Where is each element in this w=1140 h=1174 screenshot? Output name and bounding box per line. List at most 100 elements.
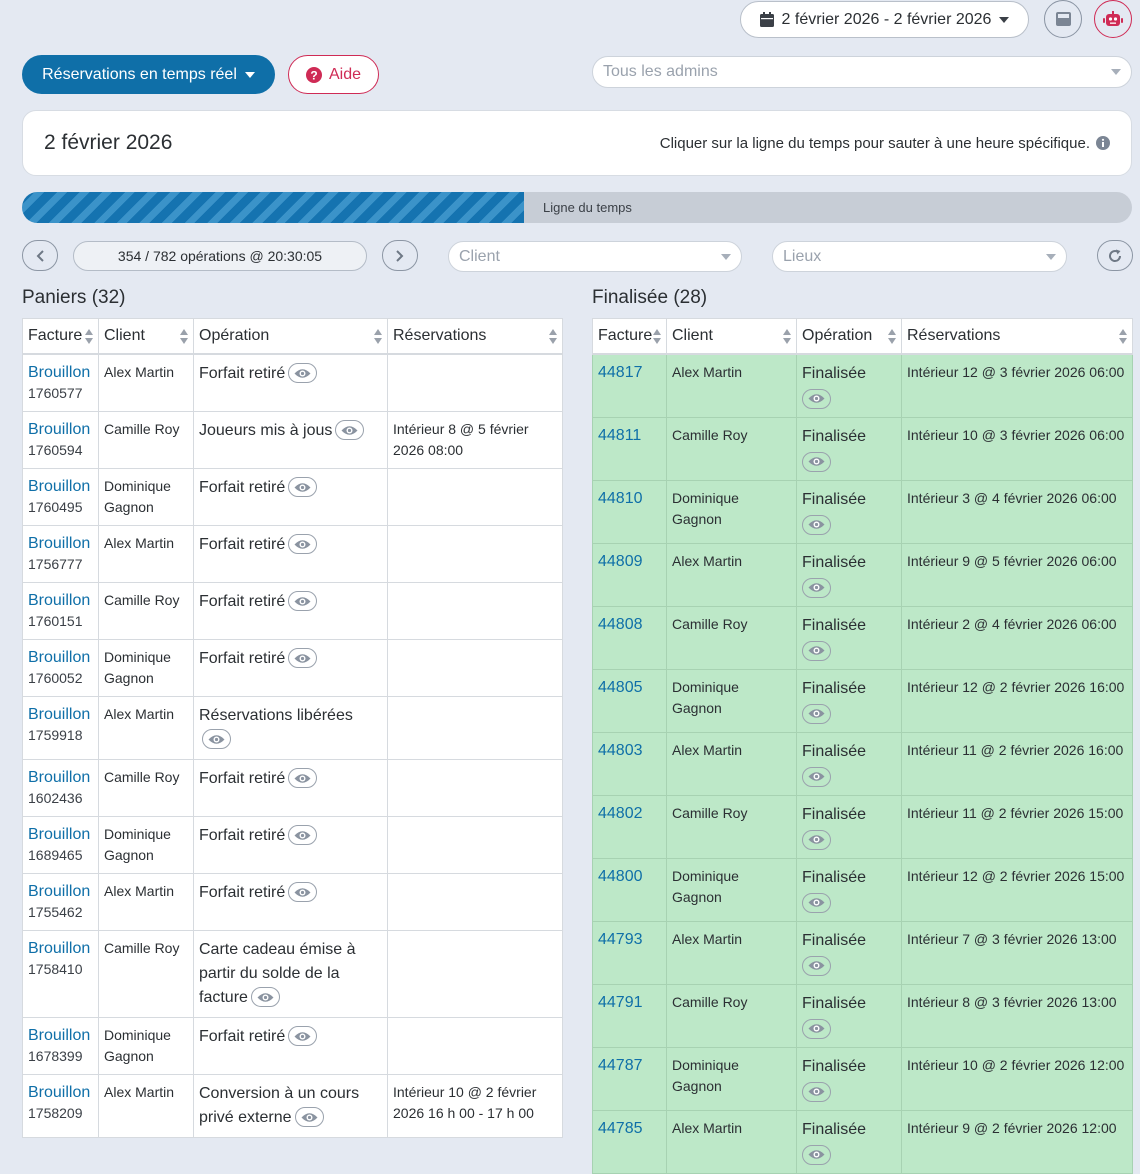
table-row[interactable]: Brouillon 1758410 Camille Roy Carte cadeau … bbox=[22, 929, 563, 1018]
column-header-client[interactable]: Client bbox=[666, 318, 797, 355]
previous-operation-button[interactable] bbox=[22, 240, 58, 271]
table-row[interactable]: 44793 Alex Martin Finalisée Intérieur 7 @ 3… bbox=[592, 920, 1133, 985]
column-header-facture[interactable]: Facture bbox=[22, 318, 99, 355]
eye-icon[interactable] bbox=[802, 955, 831, 976]
refresh-button[interactable] bbox=[1097, 240, 1133, 271]
eye-icon[interactable] bbox=[802, 640, 831, 661]
invoice-link[interactable]: 44803 bbox=[598, 740, 661, 761]
eye-icon[interactable] bbox=[802, 577, 831, 598]
table-row[interactable]: Brouillon 1678399 Dominique Gagnon Forfait … bbox=[22, 1016, 563, 1075]
table-row[interactable]: Brouillon 1760577 Alex Martin Forfait retir… bbox=[22, 353, 563, 412]
table-row[interactable]: Brouillon 1760495 Dominique Gagnon Forfait … bbox=[22, 467, 563, 526]
table-row[interactable]: 44808 Camille Roy Finalisée Intérieur 2 @ 4… bbox=[592, 605, 1133, 670]
table-row[interactable]: 44791 Camille Roy Finalisée Intérieur 8 @ 3… bbox=[592, 983, 1133, 1048]
invoice-link[interactable]: Brouillon bbox=[28, 938, 93, 959]
invoice-link[interactable]: 44800 bbox=[598, 866, 661, 887]
invoice-link[interactable]: Brouillon bbox=[28, 1025, 93, 1046]
invoice-link[interactable]: 44810 bbox=[598, 488, 661, 509]
column-header-operation[interactable]: Opération bbox=[193, 318, 388, 355]
eye-icon[interactable] bbox=[802, 388, 831, 409]
invoice-link[interactable]: 44805 bbox=[598, 677, 661, 698]
invoice-link[interactable]: 44793 bbox=[598, 929, 661, 950]
invoice-link[interactable]: Brouillon bbox=[28, 767, 93, 788]
table-row[interactable]: 44787 Dominique Gagnon Finalisée Intérieur … bbox=[592, 1046, 1133, 1111]
invoice-link[interactable]: 44809 bbox=[598, 551, 661, 572]
invoice-link[interactable]: Brouillon bbox=[28, 362, 93, 383]
invoice-link[interactable]: Brouillon bbox=[28, 881, 93, 902]
table-row[interactable]: Brouillon 1760151 Camille Roy Forfait retir… bbox=[22, 581, 563, 640]
eye-icon[interactable] bbox=[288, 534, 318, 555]
realtime-reservations-dropdown[interactable]: Réservations en temps réel bbox=[22, 55, 275, 94]
invoice-number: 1760052 bbox=[28, 669, 83, 686]
column-header-reservations[interactable]: Réservations bbox=[901, 318, 1133, 355]
eye-icon[interactable] bbox=[294, 1107, 324, 1128]
eye-icon[interactable] bbox=[288, 591, 318, 612]
invoice-link[interactable]: 44811 bbox=[598, 425, 661, 446]
eye-icon[interactable] bbox=[802, 703, 831, 724]
column-header-operation[interactable]: Opération bbox=[796, 318, 902, 355]
eye-icon[interactable] bbox=[202, 729, 231, 750]
invoice-link[interactable]: Brouillon bbox=[28, 1082, 93, 1103]
eye-icon[interactable] bbox=[288, 825, 318, 846]
invoice-link[interactable]: 44808 bbox=[598, 614, 661, 635]
eye-icon[interactable] bbox=[802, 451, 831, 472]
invoice-link[interactable]: 44817 bbox=[598, 362, 661, 383]
table-row[interactable]: Brouillon 1760594 Camille Roy Joueurs mis à… bbox=[22, 410, 563, 469]
client-select[interactable]: Client bbox=[448, 241, 742, 272]
eye-icon[interactable] bbox=[802, 766, 831, 787]
lieux-select[interactable]: Lieux bbox=[772, 241, 1067, 272]
invoice-link[interactable]: Brouillon bbox=[28, 824, 93, 845]
table-row[interactable]: 44811 Camille Roy Finalisée Intérieur 10 @ … bbox=[592, 416, 1133, 481]
invoice-link[interactable]: Brouillon bbox=[28, 704, 93, 725]
table-row[interactable]: Brouillon 1755462 Alex Martin Forfait retir… bbox=[22, 872, 563, 931]
eye-icon[interactable] bbox=[288, 1026, 318, 1047]
table-row[interactable]: 44803 Alex Martin Finalisée Intérieur 11 @ … bbox=[592, 731, 1133, 796]
table-row[interactable]: 44800 Dominique Gagnon Finalisée Intérieur … bbox=[592, 857, 1133, 922]
invoice-link[interactable]: 44787 bbox=[598, 1055, 661, 1076]
table-row[interactable]: Brouillon 1759918 Alex Martin Réservations … bbox=[22, 695, 563, 760]
table-row[interactable]: 44805 Dominique Gagnon Finalisée Intérieur … bbox=[592, 668, 1133, 733]
table-row[interactable]: Brouillon 1760052 Dominique Gagnon Forfait … bbox=[22, 638, 563, 697]
eye-icon[interactable] bbox=[802, 514, 831, 535]
eye-icon[interactable] bbox=[802, 1144, 831, 1165]
invoice-link[interactable]: 44802 bbox=[598, 803, 661, 824]
eye-icon[interactable] bbox=[802, 1018, 831, 1039]
table-row[interactable]: 44809 Alex Martin Finalisée Intérieur 9 @ 5… bbox=[592, 542, 1133, 607]
invoice-link[interactable]: Brouillon bbox=[28, 476, 93, 497]
eye-icon[interactable] bbox=[288, 648, 318, 669]
table-row[interactable]: 44785 Alex Martin Finalisée Intérieur 9 @ 2… bbox=[592, 1109, 1133, 1174]
window-toggle-button[interactable] bbox=[1044, 0, 1082, 38]
table-row[interactable]: Brouillon 1758209 Alex Martin Conversion à … bbox=[22, 1073, 563, 1138]
eye-icon[interactable] bbox=[802, 892, 831, 913]
help-button[interactable]: ? Aide bbox=[288, 55, 379, 94]
invoice-link[interactable]: 44791 bbox=[598, 992, 661, 1013]
eye-icon[interactable] bbox=[802, 1081, 831, 1102]
eye-icon[interactable] bbox=[288, 477, 318, 498]
invoice-link[interactable]: Brouillon bbox=[28, 533, 93, 554]
admins-select[interactable]: Tous les admins bbox=[592, 56, 1132, 88]
column-header-reservations[interactable]: Réservations bbox=[387, 318, 563, 355]
bot-button[interactable] bbox=[1094, 0, 1132, 38]
column-header-facture[interactable]: Facture bbox=[592, 318, 667, 355]
table-row[interactable]: 44817 Alex Martin Finalisée Intérieur 12 @ … bbox=[592, 353, 1133, 418]
column-header-client[interactable]: Client bbox=[98, 318, 194, 355]
eye-icon[interactable] bbox=[288, 768, 318, 789]
invoice-link[interactable]: Brouillon bbox=[28, 590, 93, 611]
table-row[interactable]: 44802 Camille Roy Finalisée Intérieur 11 @ … bbox=[592, 794, 1133, 859]
eye-icon[interactable] bbox=[335, 420, 365, 441]
invoice-link[interactable]: Brouillon bbox=[28, 419, 93, 440]
date-range-picker[interactable]: 2 février 2026 - 2 février 2026 bbox=[740, 1, 1029, 38]
info-icon[interactable] bbox=[1096, 136, 1110, 150]
table-row[interactable]: Brouillon 1756777 Alex Martin Forfait retir… bbox=[22, 524, 563, 583]
table-row[interactable]: Brouillon 1602436 Camille Roy Forfait retir… bbox=[22, 758, 563, 817]
eye-icon[interactable] bbox=[250, 987, 280, 1008]
table-row[interactable]: 44810 Dominique Gagnon Finalisée Intérieur … bbox=[592, 479, 1133, 544]
invoice-link[interactable]: 44785 bbox=[598, 1118, 661, 1139]
timeline-bar[interactable]: Ligne du temps bbox=[22, 192, 1132, 223]
invoice-link[interactable]: Brouillon bbox=[28, 647, 93, 668]
eye-icon[interactable] bbox=[802, 829, 831, 850]
eye-icon[interactable] bbox=[288, 882, 318, 903]
table-row[interactable]: Brouillon 1689465 Dominique Gagnon Forfait … bbox=[22, 815, 563, 874]
eye-icon[interactable] bbox=[288, 363, 318, 384]
next-operation-button[interactable] bbox=[382, 240, 418, 271]
